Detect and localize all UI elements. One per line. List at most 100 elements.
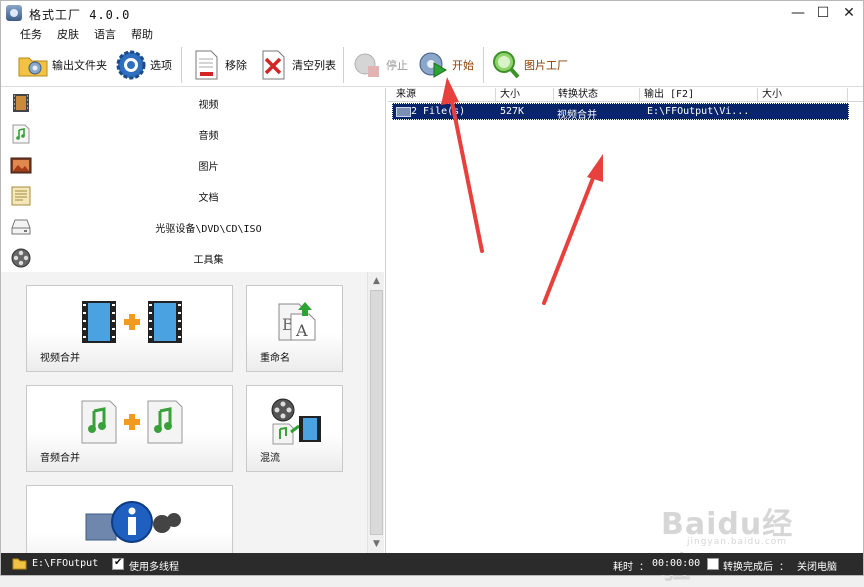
folder-icon[interactable] (12, 557, 27, 570)
options-label: 选项 (150, 59, 172, 72)
toolbox-scrollbar[interactable]: ▲ ▼ (367, 272, 384, 553)
column-header-source[interactable]: 来源 (392, 88, 496, 102)
remove-label: 移除 (225, 59, 247, 72)
document-icon (10, 185, 32, 207)
category-label: 视频 (198, 100, 219, 111)
watermark: Baidu经验 jingyan.baidu.com (661, 489, 821, 586)
picture-icon (10, 154, 32, 176)
category-panel: 视频 音频 图片 文档 光驱设备\DVD\CD\ISO 工具集 视频合并 B A… (1, 88, 386, 553)
after-done-label: 转换完成后 ： (723, 562, 790, 573)
clear-list-icon (257, 49, 289, 81)
cell-output: E:\FFOutput\Vi... (647, 106, 750, 117)
menu-bar: 任务 皮肤 语言 帮助 (1, 25, 863, 43)
scroll-down-icon[interactable]: ▼ (369, 536, 384, 552)
music-note-icon (10, 123, 32, 145)
start-button[interactable]: 开始 (417, 47, 474, 83)
menu-help[interactable]: 帮助 (131, 26, 153, 42)
title-bar: 格式工厂 4.0.0 — ☐ ✕ (1, 1, 863, 25)
column-header-output-size[interactable]: 大小 (758, 88, 848, 102)
table-row[interactable]: 2 File(s) 527K 视频合并 E:\FFOutput\Vi... (392, 103, 849, 121)
output-path: E:\FFOutput (32, 558, 99, 569)
multithread-label: 使用多线程 (129, 562, 179, 573)
app-logo-icon (6, 5, 22, 21)
clear-list-button[interactable]: 清空列表 (257, 47, 336, 83)
watermark-url: jingyan.baidu.com (687, 537, 788, 547)
status-bar: E:\FFOutput 使用多线程 耗时 ： 00:00:00 转换完成后 ： … (1, 553, 863, 575)
magnifier-icon (489, 49, 521, 81)
category-label: 文档 (198, 193, 219, 204)
column-header-size[interactable]: 大小 (496, 88, 554, 102)
toolbar: 输出文件夹 选项 移除 清空列表 停止 开始 图片工厂 (1, 43, 863, 87)
category-optical-drive[interactable]: 光驱设备\DVD\CD\ISO (1, 212, 386, 243)
category-audio[interactable]: 音频 (1, 119, 386, 150)
category-document[interactable]: 文档 (1, 181, 386, 212)
toolbar-divider (343, 47, 344, 83)
media-info-icon (82, 498, 182, 547)
menu-language[interactable]: 语言 (94, 26, 116, 42)
category-picture[interactable]: 图片 (1, 150, 386, 181)
folder-icon (17, 49, 49, 81)
close-button[interactable]: ✕ (835, 3, 863, 23)
optical-drive-icon (10, 216, 32, 238)
stop-button[interactable]: 停止 (351, 47, 408, 83)
elapsed-time: 00:00:00 (652, 558, 701, 569)
window-title: 格式工厂 4.0.0 (29, 8, 131, 22)
svg-text:A: A (295, 321, 308, 340)
after-done-checkbox[interactable] (707, 558, 719, 570)
video-merge-icon (80, 299, 184, 348)
scroll-up-icon[interactable]: ▲ (369, 273, 384, 289)
output-folder-button[interactable]: 输出文件夹 (17, 47, 107, 83)
picture-factory-label: 图片工厂 (524, 59, 568, 72)
tool-label: 视频合并 (40, 353, 80, 364)
tool-media-info[interactable] (26, 485, 233, 553)
clear-list-label: 清空列表 (292, 59, 336, 72)
cell-status: 视频合并 (557, 110, 597, 121)
tool-mux[interactable]: 混流 (246, 385, 343, 472)
tool-label: 重命名 (260, 353, 290, 364)
remove-icon (190, 49, 222, 81)
tool-rename[interactable]: BA 重命名 (246, 285, 343, 372)
toolbar-divider (181, 47, 182, 83)
main-window: 格式工厂 4.0.0 — ☐ ✕ 任务 皮肤 语言 帮助 输出文件夹 选项 移除… (0, 0, 864, 586)
toolbar-divider (483, 47, 484, 83)
stop-label: 停止 (386, 59, 408, 72)
menu-task[interactable]: 任务 (20, 26, 42, 42)
after-done-action[interactable]: 关闭电脑 (797, 558, 837, 573)
column-header-output[interactable]: 输出 [F2] (640, 88, 758, 102)
category-video[interactable]: 视频 (1, 88, 386, 119)
film-icon (10, 92, 32, 114)
options-button[interactable]: 选项 (115, 47, 172, 83)
task-list: 来源 大小 转换状态 输出 [F2] 大小 2 File(s) 527K 视频合… (388, 88, 863, 553)
menu-skin[interactable]: 皮肤 (57, 26, 79, 42)
task-list-header: 来源 大小 转换状态 输出 [F2] 大小 (388, 88, 863, 102)
category-toolbox[interactable]: 工具集 (1, 243, 386, 274)
minimize-button[interactable]: — (784, 3, 812, 23)
category-label: 音频 (198, 131, 219, 142)
category-label: 图片 (198, 162, 219, 173)
film-reel-icon (10, 247, 32, 269)
audio-merge-icon (80, 399, 184, 448)
multithread-checkbox[interactable] (112, 557, 124, 570)
start-icon (417, 49, 449, 81)
picture-factory-button[interactable]: 图片工厂 (489, 47, 568, 83)
maximize-button[interactable]: ☐ (809, 3, 837, 23)
output-folder-label: 输出文件夹 (52, 59, 107, 72)
remove-button[interactable]: 移除 (190, 47, 247, 83)
rename-icon: BA (275, 300, 319, 345)
tool-video-merge[interactable]: 视频合并 (26, 285, 233, 372)
tool-label: 混流 (260, 453, 280, 464)
gear-icon (115, 49, 147, 81)
column-header-status[interactable]: 转换状态 (554, 88, 640, 102)
cell-size: 527K (500, 106, 525, 117)
start-label: 开始 (452, 59, 474, 72)
scroll-thumb[interactable] (370, 290, 383, 535)
task-icon (396, 107, 411, 117)
tool-label: 音频合并 (40, 453, 80, 464)
cell-source: 2 File(s) (411, 106, 466, 117)
elapsed-label: 耗时 ： (613, 562, 650, 573)
mux-icon (269, 398, 323, 449)
tool-audio-merge[interactable]: 音频合并 (26, 385, 233, 472)
category-label: 工具集 (193, 255, 224, 266)
stop-icon (351, 49, 383, 81)
toolbox-grid: 视频合并 BA 重命名 音频合并 混流 (1, 272, 367, 553)
